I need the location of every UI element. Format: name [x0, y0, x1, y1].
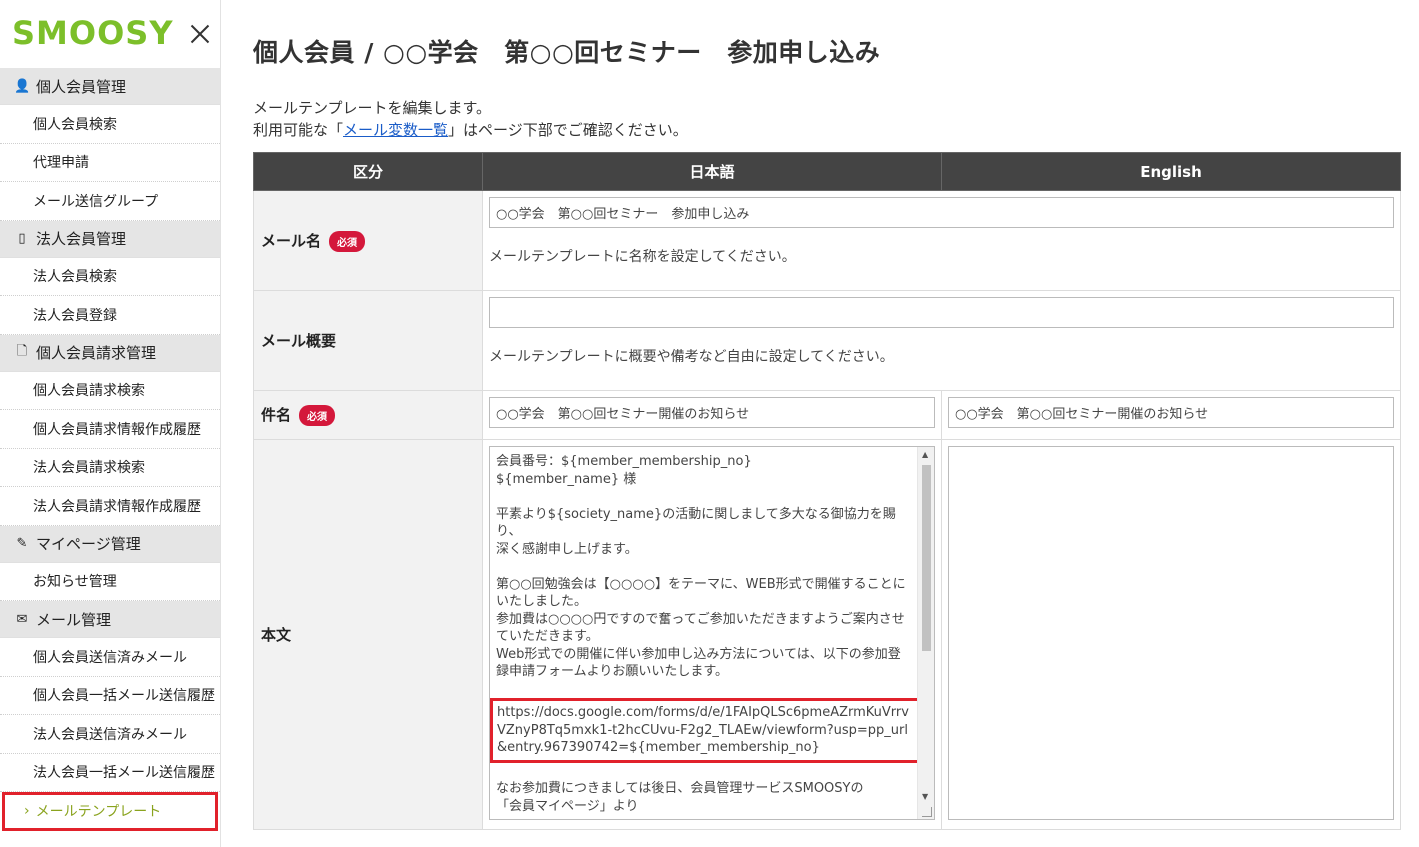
sidebar-item[interactable]: 個人会員検索 — [0, 105, 220, 144]
body-label: 本文 — [253, 439, 483, 830]
person-icon: 👤 — [14, 78, 31, 94]
required-badge: 必須 — [329, 230, 366, 252]
subject-en-input[interactable]: ○○学会 第○○回セミナー開催のお知らせ — [948, 397, 1394, 428]
mail-name-input[interactable]: ○○学会 第○○回セミナー 参加申し込み — [489, 197, 1394, 228]
sidebar-section-label: メール管理 — [36, 610, 112, 629]
subject-ja-cell: ○○学会 第○○回セミナー開催のお知らせ — [482, 390, 942, 440]
sidebar-item[interactable]: 法人会員送信済みメール — [0, 715, 220, 754]
mail-summary-row: メール概要 メールテンプレートに概要や備考など自由に設定してください。 — [253, 290, 1401, 391]
sidebar-item[interactable]: 個人会員送信済みメール — [0, 638, 220, 677]
sidebar-item[interactable]: 法人会員請求情報作成履歴 — [0, 487, 220, 526]
sidebar-item[interactable]: 個人会員一括メール送信履歴 — [0, 677, 220, 715]
mail-name-hint: メールテンプレートに名称を設定してください。 — [489, 249, 796, 265]
subject-label: 件名 必須 — [253, 390, 483, 440]
sidebar-item[interactable]: 個人会員請求情報作成履歴 — [0, 410, 220, 449]
resize-grip-icon[interactable] — [922, 807, 932, 817]
subject-ja-input[interactable]: ○○学会 第○○回セミナー開催のお知らせ — [489, 397, 935, 428]
sidebar-item[interactable]: メール送信グループ — [0, 182, 220, 221]
sidebar-item[interactable]: 代理申請 — [0, 144, 220, 182]
body-row: 本文 会員番号：${member_membership_no} ${member_… — [253, 439, 1401, 830]
scrollbar-thumb[interactable] — [922, 465, 931, 651]
body-text-line — [496, 763, 912, 781]
mail-name-row: メール名 必須 ○○学会 第○○回セミナー 参加申し込み メールテンプレートに名称… — [253, 190, 1401, 291]
body-text-line: 「会員マイページ」より — [496, 798, 639, 814]
building-icon: ▯ — [18, 231, 26, 246]
body-text-line: 深く感謝申し上げます。 — [496, 541, 638, 557]
mail-name-label: メール名 必須 — [253, 190, 483, 291]
description-text: 利用可能な「 — [253, 121, 344, 139]
sidebar-nav: 👤 個人会員管理 個人会員検索 代理申請 メール送信グループ ▯ 法人会員管理 法人会員検索法… — [0, 68, 220, 831]
sidebar-section-3[interactable]: ✎ マイページ管理 — [0, 525, 220, 563]
sidebar-section-label: 個人会員管理 — [36, 77, 127, 96]
body-text-line — [496, 558, 912, 576]
description-text: 」はページ下部でご確認ください。 — [448, 121, 688, 139]
scroll-down-icon[interactable]: ▼ — [922, 792, 928, 801]
sidebar-item[interactable]: 法人会員登録 — [0, 296, 220, 335]
sidebar-section-2[interactable]: 🗋 個人会員請求管理 — [0, 334, 220, 372]
body-en-cell — [941, 439, 1401, 830]
sidebar-section-label: マイページ管理 — [36, 535, 141, 553]
body-text-line: 第○○回勉強会は【○○○○】をテーマに、WEB形式で開催することにいたしました。 — [496, 576, 906, 610]
body-text-line: Web形式での開催に伴い参加申し込み方法については、以下の参加登録申請フォームよ… — [496, 646, 901, 680]
label-text: 件名 — [261, 406, 292, 424]
sidebar-item[interactable]: 法人会員検索 — [0, 258, 220, 296]
chevron-right-icon: › — [24, 802, 30, 819]
body-text-line: ${member_name} 様 — [496, 471, 637, 487]
body-text-line — [496, 681, 912, 699]
description-line-2: 利用可能な「メール変数一覧」はページ下部でご確認ください。 — [253, 119, 1401, 141]
brand-header: SMOOSY — [0, 0, 220, 68]
page-title: 個人会員 / ○○学会 第○○回セミナー 参加申し込み — [253, 38, 881, 67]
body-text-line: 平素より${society_name}の活動に関しまして多大なる御協力を賜り、 — [496, 506, 896, 540]
sidebar-item[interactable]: 個人会員請求検索 — [0, 372, 220, 410]
table-header-row: 区分 日本語 English — [253, 152, 1401, 191]
smoosy-logo[interactable]: SMOOSY — [12, 14, 174, 52]
mail-name-cell: ○○学会 第○○回セミナー 参加申し込み メールテンプレートに名称を設定してくだ… — [482, 190, 1401, 291]
document-icon: 🗋 — [16, 343, 28, 359]
pen-icon: ✎ — [16, 536, 28, 551]
body-ja-scrollbar[interactable]: ▲ ▼ — [917, 447, 934, 819]
body-text-line: なお参加費につきましては後日、会員管理サービスSMOOSYの — [496, 781, 864, 796]
body-text-line — [496, 488, 912, 506]
mail-summary-cell: メールテンプレートに概要や備考など自由に設定してください。 — [482, 290, 1401, 391]
mail-variables-link[interactable]: メール変数一覧 — [343, 121, 448, 139]
sidebar-section-0[interactable]: 👤 個人会員管理 — [0, 68, 220, 105]
description-line-1: メールテンプレートを編集します。 — [253, 99, 492, 117]
body-en-textarea[interactable] — [948, 446, 1394, 820]
body-text-line: 会員番号：${member_membership_no} — [496, 454, 752, 469]
sidebar-section-1[interactable]: ▯ 法人会員管理 — [0, 220, 220, 258]
header-japanese: 日本語 — [482, 152, 942, 191]
template-form-table: 区分 日本語 English メール名 必須 ○○学会 第○○回セミナー 参加申し… — [253, 152, 1401, 830]
form-url-highlight: https://docs.google.com/forms/d/e/1FAIpQ… — [490, 698, 924, 763]
mail-summary-input[interactable] — [489, 297, 1394, 328]
form-url-text: https://docs.google.com/forms/d/e/1FAIpQ… — [497, 705, 909, 755]
sidebar-item-label: メールテンプレート — [35, 803, 162, 820]
scroll-up-icon[interactable]: ▲ — [922, 450, 928, 459]
close-icon[interactable] — [186, 20, 214, 48]
sidebar-item-mail-template[interactable]: › メールテンプレート — [2, 792, 218, 831]
mail-icon: ✉ — [16, 611, 28, 627]
sidebar-section-4[interactable]: ✉ メール管理 — [0, 601, 220, 638]
sidebar-item[interactable]: お知らせ管理 — [0, 563, 220, 601]
body-ja-cell: 会員番号：${member_membership_no} ${member_nam… — [482, 439, 942, 830]
subject-en-cell: ○○学会 第○○回セミナー開催のお知らせ — [941, 390, 1401, 440]
label-text: メール名 — [261, 231, 322, 250]
sidebar-section-label: 個人会員請求管理 — [36, 344, 157, 362]
main-content: 個人会員 / ○○学会 第○○回セミナー 参加申し込み メールテンプレートを編集… — [253, 0, 1401, 830]
mail-summary-hint: メールテンプレートに概要や備考など自由に設定してください。 — [489, 349, 894, 365]
mail-summary-label: メール概要 — [253, 290, 483, 391]
sidebar: SMOOSY 👤 個人会員管理個人会員検索 代理申請 メール送信グループ ▯ 法人会員管理… — [0, 0, 221, 847]
sidebar-section-label: 法人会員管理 — [36, 230, 127, 248]
header-english: English — [941, 152, 1401, 191]
sidebar-item[interactable]: 法人会員一括メール送信履歴 — [0, 754, 220, 792]
body-ja-textarea[interactable]: 会員番号：${member_membership_no} ${member_nam… — [489, 446, 935, 820]
subject-row: 件名 必須 ○○学会 第○○回セミナー開催のお知らせ ○○学会 第○○回セミナー開… — [253, 390, 1401, 440]
header-category: 区分 — [253, 152, 483, 191]
sidebar-item[interactable]: 法人会員請求検索 — [0, 449, 220, 487]
body-ja-text: 会員番号：${member_membership_no} ${member_nam… — [490, 453, 924, 815]
body-text-line: 参加費は○○○○円ですので奮ってご参加いただきますようご案内させていただきます。 — [496, 611, 905, 645]
page-description: メールテンプレートを編集します。 利用可能な「メール変数一覧」はページ下部でご確… — [253, 97, 1401, 141]
required-badge: 必須 — [299, 405, 336, 426]
